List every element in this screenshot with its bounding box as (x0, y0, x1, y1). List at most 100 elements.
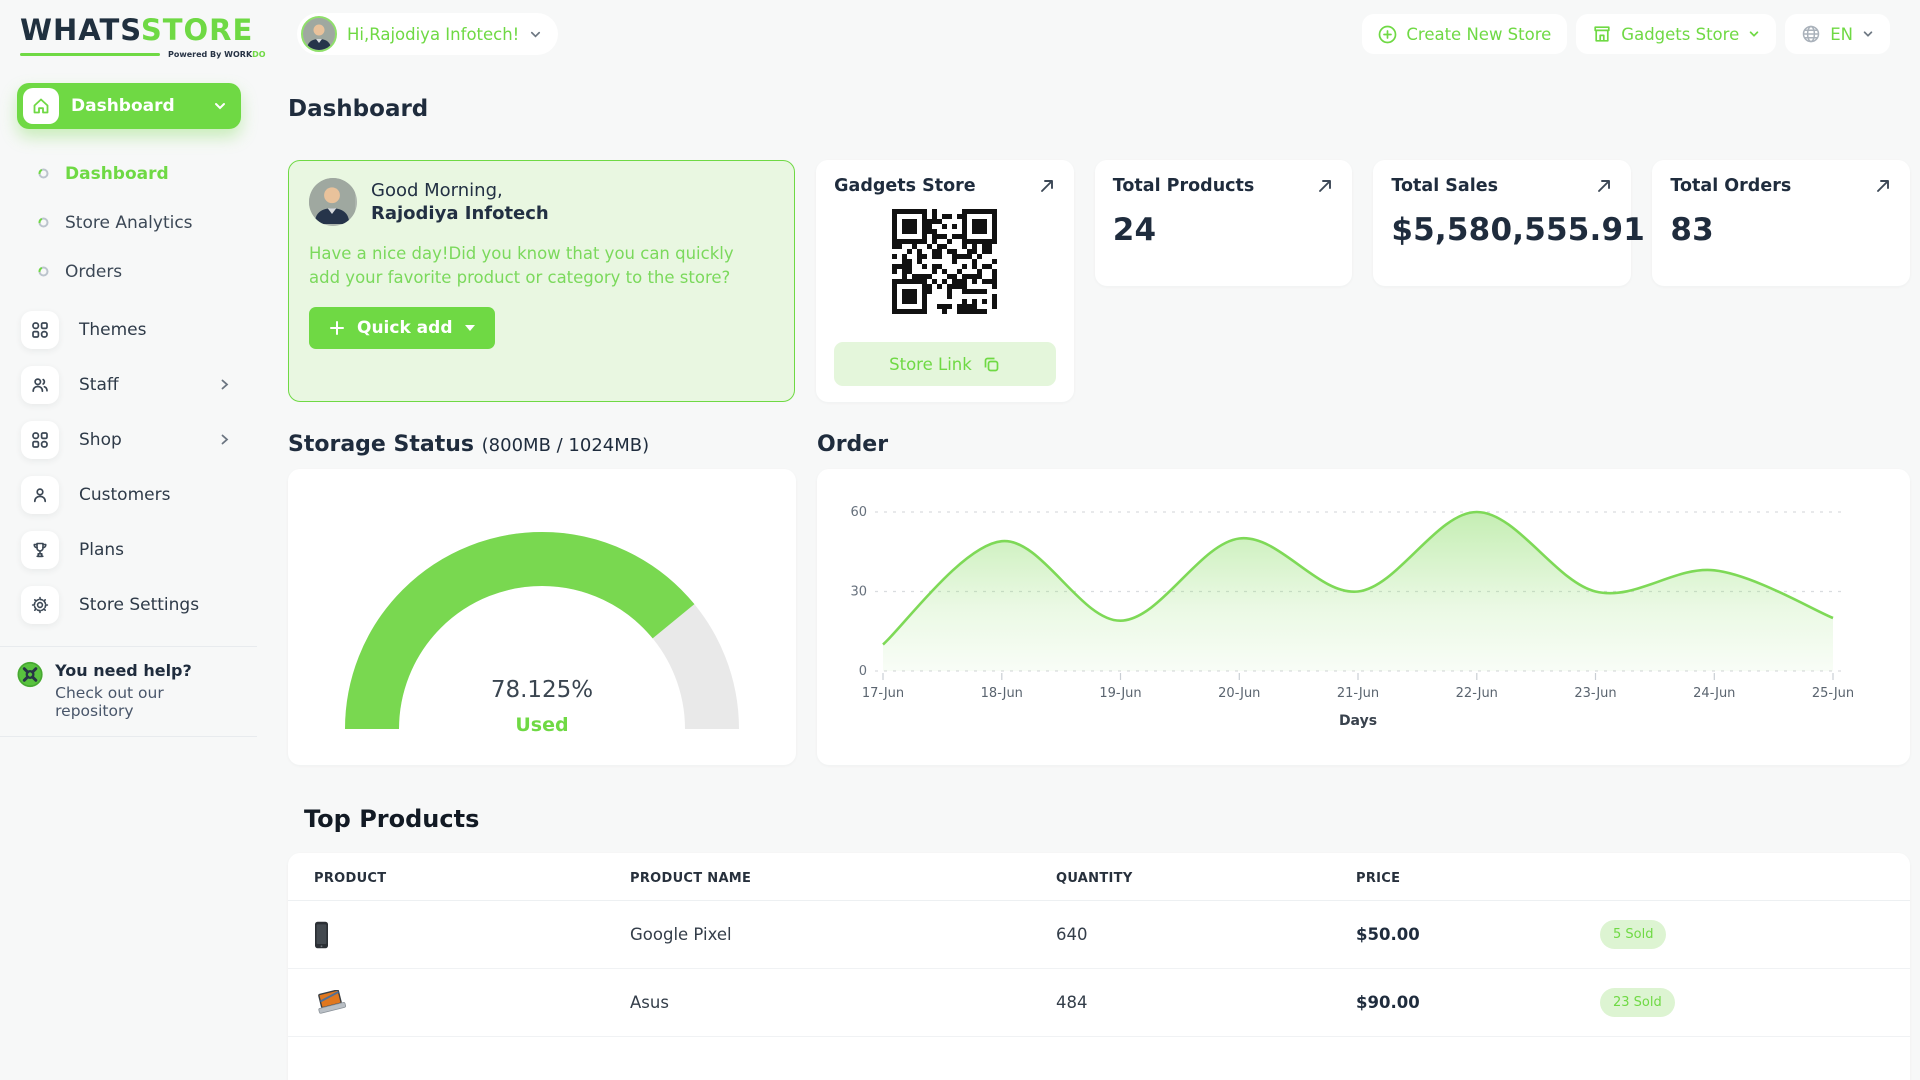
svg-text:23-Jun: 23-Jun (1574, 686, 1616, 701)
sold-badge: 5 Sold (1600, 920, 1666, 949)
arrow-up-right-icon[interactable] (1874, 177, 1892, 195)
create-new-store-button[interactable]: Create New Store (1362, 14, 1567, 54)
stat-value: $5,580,555.91 (1391, 212, 1613, 248)
greeting-message: Have a nice day!Did you know that you ca… (309, 242, 749, 290)
globe-icon (1801, 24, 1821, 44)
life-buoy-icon (17, 661, 43, 688)
sidebar-subitem-store-analytics[interactable]: Store Analytics (0, 198, 257, 247)
product-name-cell: Asus (604, 969, 1030, 1037)
brand-wordmark: WHATSSTORE (20, 16, 239, 45)
storage-gauge-chart: 78.125% Used (288, 469, 796, 765)
gauge-percent-label: 78.125% (491, 677, 593, 703)
chevron-down-icon (213, 99, 227, 113)
store-switcher-button[interactable]: Gadgets Store (1576, 14, 1776, 54)
svg-text:22-Jun: 22-Jun (1456, 686, 1498, 701)
arrow-up-right-icon[interactable] (1316, 177, 1334, 195)
column-header-quantity: QUANTITY (1030, 853, 1330, 901)
user-menu[interactable]: Hi,Rajodiya Infotech! (297, 13, 558, 55)
svg-text:17-Jun: 17-Jun (862, 686, 904, 701)
copy-icon (982, 355, 1001, 374)
table-row (288, 1037, 1910, 1080)
laptop-product-image (314, 990, 348, 1016)
grid-icon (21, 421, 59, 459)
arrow-up-right-icon[interactable] (1038, 177, 1056, 195)
help-section[interactable]: You need help? Check out our repository (0, 646, 257, 737)
plus-circle-icon (1378, 25, 1397, 44)
stat-card-total-sales: Total Sales $5,580,555.91 (1373, 160, 1631, 286)
svg-text:Days: Days (1339, 713, 1377, 729)
sidebar: WHATSSTORE Powered By WORKDO Dashboard D… (0, 0, 257, 1080)
user-greeting-label: Hi,Rajodiya Infotech! (347, 25, 519, 44)
svg-text:19-Jun: 19-Jun (1099, 686, 1141, 701)
users-icon (21, 366, 59, 404)
sidebar-subitem-dashboard[interactable]: Dashboard (0, 149, 257, 198)
svg-text:18-Jun: 18-Jun (981, 686, 1023, 701)
quantity-cell: 484 (1030, 969, 1330, 1037)
avatar (309, 178, 357, 226)
table-header-row: PRODUCT PRODUCT NAME QUANTITY PRICE (288, 853, 1910, 901)
logo-underline (20, 53, 160, 56)
sidebar-item-customers[interactable]: Customers (0, 467, 257, 522)
top-products-table: PRODUCT PRODUCT NAME QUANTITY PRICE (288, 853, 1910, 1080)
svg-text:20-Jun: 20-Jun (1218, 686, 1260, 701)
quantity-cell: 640 (1030, 901, 1330, 969)
svg-text:21-Jun: 21-Jun (1337, 686, 1379, 701)
top-products-title: Top Products (304, 805, 1910, 833)
product-image-cell (288, 969, 604, 1037)
product-name-cell: Google Pixel (604, 901, 1030, 969)
store-qr-code (892, 209, 997, 314)
chevron-right-icon (218, 378, 231, 391)
column-header-product: PRODUCT (288, 853, 604, 901)
chevron-down-icon (529, 28, 542, 41)
sidebar-subitem-orders[interactable]: Orders (0, 247, 257, 296)
store-link-button[interactable]: Store Link (834, 342, 1056, 386)
storefront-icon (1592, 24, 1612, 44)
brand-logo[interactable]: WHATSSTORE Powered By WORKDO (0, 0, 257, 65)
gear-icon (21, 586, 59, 624)
svg-text:25-Jun: 25-Jun (1812, 686, 1854, 701)
column-header-product-name: PRODUCT NAME (604, 853, 1030, 901)
page-title: Dashboard (288, 96, 1910, 122)
user-name: Rajodiya Infotech (371, 203, 549, 224)
grid-icon (21, 311, 59, 349)
storage-section-title: Storage Status (800MB / 1024MB) (288, 432, 796, 457)
stat-value: 24 (1113, 212, 1335, 248)
product-image-cell (288, 901, 604, 969)
sidebar-item-plans[interactable]: Plans (0, 522, 257, 577)
help-title: You need help? (55, 661, 241, 680)
home-icon (23, 88, 59, 124)
sidebar-item-themes[interactable]: Themes (0, 302, 257, 357)
help-subtitle: Check out our repository (55, 684, 241, 720)
avatar (301, 16, 337, 52)
order-area-chart: 0306017-Jun18-Jun19-Jun20-Jun21-Jun22-Ju… (817, 469, 1910, 765)
sidebar-item-shop[interactable]: Shop (0, 412, 257, 467)
phone-product-image (314, 921, 329, 949)
store-qr-card: Gadgets Store Store Link (816, 160, 1074, 402)
language-selector[interactable]: EN (1785, 14, 1890, 54)
chevron-down-icon (1862, 28, 1874, 40)
sold-cell: 23 Sold (1574, 969, 1910, 1037)
price-cell: $50.00 (1330, 901, 1574, 969)
sidebar-item-store-settings[interactable]: Store Settings (0, 577, 257, 632)
column-header-price: PRICE (1330, 853, 1574, 901)
chevron-right-icon (218, 433, 231, 446)
bullet-icon (38, 168, 49, 179)
table-row: Asus 484 $90.00 23 Sold (288, 969, 1910, 1037)
sidebar-item-staff[interactable]: Staff (0, 357, 257, 412)
user-icon (21, 476, 59, 514)
quick-add-button[interactable]: Quick add (309, 307, 495, 349)
plus-icon (329, 320, 345, 336)
sold-cell: 5 Sold (1574, 901, 1910, 969)
stat-card-total-orders: Total Orders 83 (1652, 160, 1910, 286)
svg-text:60: 60 (850, 505, 867, 520)
stat-value: 83 (1670, 212, 1892, 248)
svg-text:30: 30 (850, 585, 867, 600)
store-card-title: Gadgets Store (834, 176, 975, 196)
sidebar-item-dashboard-group[interactable]: Dashboard (17, 83, 241, 129)
storage-gauge-card: 78.125% Used (288, 469, 796, 765)
greeting-card: Good Morning, Rajodiya Infotech Have a n… (288, 160, 795, 402)
arrow-up-right-icon[interactable] (1595, 177, 1613, 195)
table-row: Google Pixel 640 $50.00 5 Sold (288, 901, 1910, 969)
whatsstore-dashboard: WHATSSTORE Powered By WORKDO Dashboard D… (0, 0, 1920, 1080)
chevron-down-icon (1748, 28, 1760, 40)
